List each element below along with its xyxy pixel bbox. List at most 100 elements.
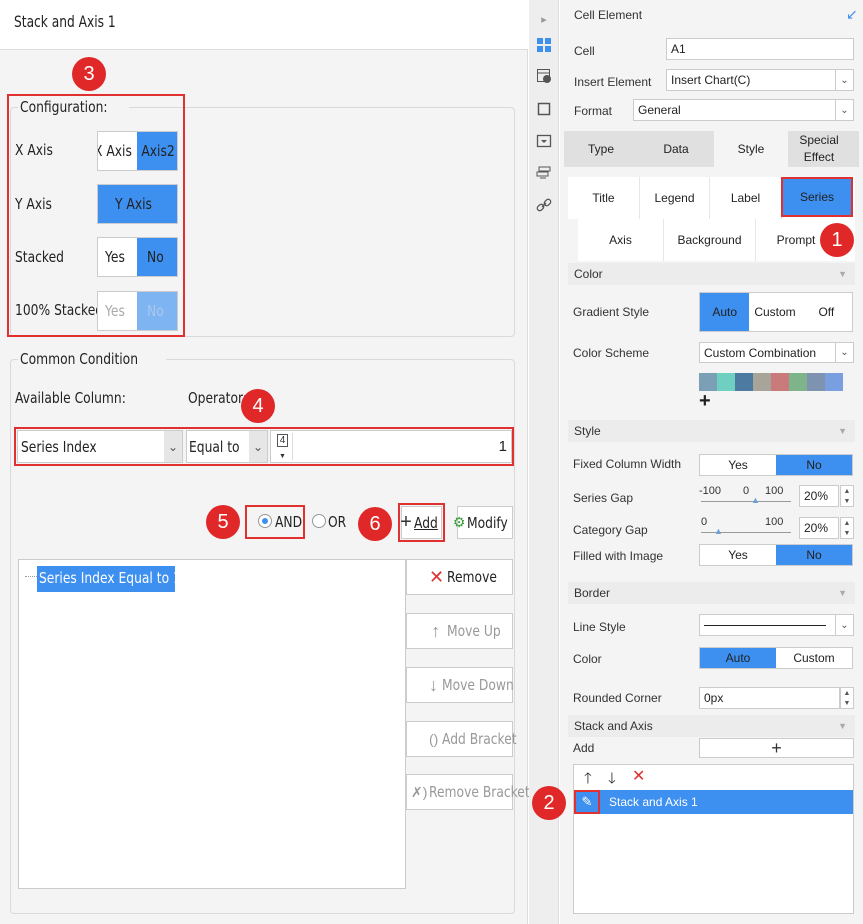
bracket-icon: () <box>429 731 439 747</box>
x-axis-option[interactable]: X Axis <box>98 132 137 170</box>
color-swatch[interactable] <box>717 373 735 391</box>
stack-axis-section-header[interactable]: Stack and Axis ▼ <box>568 715 855 737</box>
property-icon-bar: ▸ <box>529 0 559 924</box>
series-gap-slider[interactable]: -100 0 100 ▲ <box>699 485 793 509</box>
condition-list[interactable]: Series Index Equal to 1 <box>18 559 406 889</box>
gradient-off-option[interactable]: Off <box>801 293 852 331</box>
format-label: Format <box>574 104 613 118</box>
plus-icon: + <box>771 737 782 758</box>
border-section-header[interactable]: Border ▼ <box>568 582 855 604</box>
line-style-preview <box>704 624 826 626</box>
series-gap-spinner[interactable]: ▲ ▼ <box>840 485 854 507</box>
tab-axis[interactable]: Axis <box>578 219 664 261</box>
filled-image-no-option[interactable]: No <box>776 545 852 565</box>
arrow-up-icon: ↑ <box>431 620 441 641</box>
value-input[interactable]: 4 ▼ 1 <box>270 430 512 463</box>
insert-element-select[interactable]: Insert Chart(C) ⌄ <box>666 69 854 91</box>
edit-pencil-icon[interactable]: ✎ <box>574 790 600 814</box>
fixed-width-no-option[interactable]: No <box>776 455 852 475</box>
slider-thumb-icon[interactable]: ▲ <box>714 526 723 536</box>
line-style-select[interactable]: ⌄ <box>699 614 854 636</box>
or-radio[interactable] <box>312 514 326 528</box>
delete-icon[interactable]: ✕ <box>632 766 645 786</box>
percent-stacked-no-option: No <box>137 292 177 330</box>
expand-icon[interactable]: ▸ <box>536 11 552 27</box>
cell-attribute-icon[interactable] <box>536 68 552 84</box>
hyperlink-icon[interactable] <box>536 197 552 213</box>
category-gap-input[interactable]: 20% <box>799 517 839 539</box>
collapse-triangle-icon: ▼ <box>838 426 847 436</box>
filled-image-yes-option[interactable]: Yes <box>700 545 776 565</box>
stack-axis-list[interactable]: 🡑 🡓 ✕ ✎ Stack and Axis 1 <box>573 764 854 914</box>
operator-select[interactable]: Equal to ⌄ <box>186 430 268 463</box>
style-section-header[interactable]: Style ▼ <box>568 420 855 442</box>
type-icon[interactable]: 4 ▼ <box>273 433 293 460</box>
add-bracket-button[interactable]: () Add Bracket <box>406 721 517 757</box>
series-gap-input[interactable]: 20% <box>799 485 839 507</box>
tab-series[interactable]: Series <box>781 177 853 217</box>
stacked-label: Stacked <box>15 248 64 266</box>
move-down-button[interactable]: ↓ Move Down <box>406 667 514 703</box>
x-axis-label: X Axis <box>15 141 53 159</box>
color-swatch[interactable] <box>735 373 753 391</box>
gradient-custom-option[interactable]: Custom <box>749 293 800 331</box>
condition-attribute-icon[interactable] <box>536 165 552 181</box>
slider-thumb-icon[interactable]: ▲ <box>751 495 760 505</box>
cell-input[interactable]: A1 <box>666 38 854 60</box>
and-radio[interactable] <box>258 514 272 528</box>
color-section-header[interactable]: Color ▼ <box>568 263 855 285</box>
remove-bracket-button[interactable]: ✗) Remove Bracket <box>406 774 530 810</box>
x-axis2-option[interactable]: X Axis2 <box>137 132 177 170</box>
chevron-down-icon: ⌄ <box>835 343 853 362</box>
color-swatches[interactable] <box>699 373 843 391</box>
remove-button[interactable]: ✕ Remove <box>406 559 513 595</box>
column-select[interactable]: Series Index ⌄ <box>17 430 183 463</box>
float-element-icon[interactable] <box>536 101 552 117</box>
stacked-yes-option[interactable]: Yes <box>98 238 137 276</box>
color-swatch[interactable] <box>807 373 825 391</box>
stacked-no-option[interactable]: No <box>137 238 177 276</box>
percent-stacked-label: 100% Stacked <box>15 301 104 319</box>
tab-style[interactable]: Style <box>714 131 788 167</box>
fixed-width-yes-option[interactable]: Yes <box>700 455 776 475</box>
gradient-auto-option[interactable]: Auto <box>700 293 750 331</box>
widget-icon[interactable] <box>536 133 552 149</box>
gear-icon: ⚙ <box>452 514 466 530</box>
tab-legend[interactable]: Legend <box>640 177 710 219</box>
border-color-toggle: Auto Custom <box>699 647 853 669</box>
tab-label[interactable]: Label <box>710 177 782 219</box>
add-button[interactable]: + Add <box>400 506 442 539</box>
tab-title[interactable]: Title <box>568 177 640 219</box>
color-swatch[interactable] <box>825 373 843 391</box>
list-item[interactable]: Series Index Equal to 1 <box>37 566 175 592</box>
border-color-auto-option[interactable]: Auto <box>700 648 776 668</box>
chevron-down-icon: ⌄ <box>164 431 182 462</box>
configuration-legend: Configuration: <box>20 98 108 116</box>
tab-special-effect[interactable]: Special Effect <box>788 131 850 167</box>
color-scheme-select[interactable]: Custom Combination ⌄ <box>699 342 854 363</box>
stack-add-button[interactable]: + <box>699 738 854 758</box>
color-swatch[interactable] <box>771 373 789 391</box>
stacked-toggle: Yes No <box>97 237 178 277</box>
stack-axis-dialog: Stack and Axis 1 Configuration: X Axis X… <box>0 0 530 924</box>
move-up-button[interactable]: ↑ Move Up <box>406 613 513 649</box>
tab-data[interactable]: Data <box>638 131 714 167</box>
modify-button[interactable]: ⚙ Modify <box>453 506 513 539</box>
rounded-corner-input[interactable]: 0px <box>699 687 840 709</box>
collapse-arrow-icon[interactable]: ↙ <box>846 6 858 23</box>
cell-element-icon[interactable] <box>536 37 552 53</box>
list-item[interactable]: ✎ Stack and Axis 1 <box>574 790 853 814</box>
y-axis-option[interactable]: Y Axis <box>98 185 177 223</box>
rounded-corner-spinner[interactable]: ▲ ▼ <box>840 687 854 709</box>
category-gap-spinner[interactable]: ▲ ▼ <box>840 517 854 539</box>
border-color-custom-option[interactable]: Custom <box>776 648 852 668</box>
tab-background[interactable]: Background <box>664 219 756 261</box>
category-gap-slider[interactable]: 0 100 ▲ <box>699 516 793 540</box>
stack-item-label: Stack and Axis 1 <box>609 795 698 809</box>
tab-type[interactable]: Type <box>564 131 638 167</box>
color-swatch[interactable] <box>753 373 771 391</box>
add-color-icon[interactable]: + <box>699 390 711 413</box>
color-swatch[interactable] <box>699 373 717 391</box>
color-swatch[interactable] <box>789 373 807 391</box>
format-select[interactable]: General ⌄ <box>633 99 854 121</box>
